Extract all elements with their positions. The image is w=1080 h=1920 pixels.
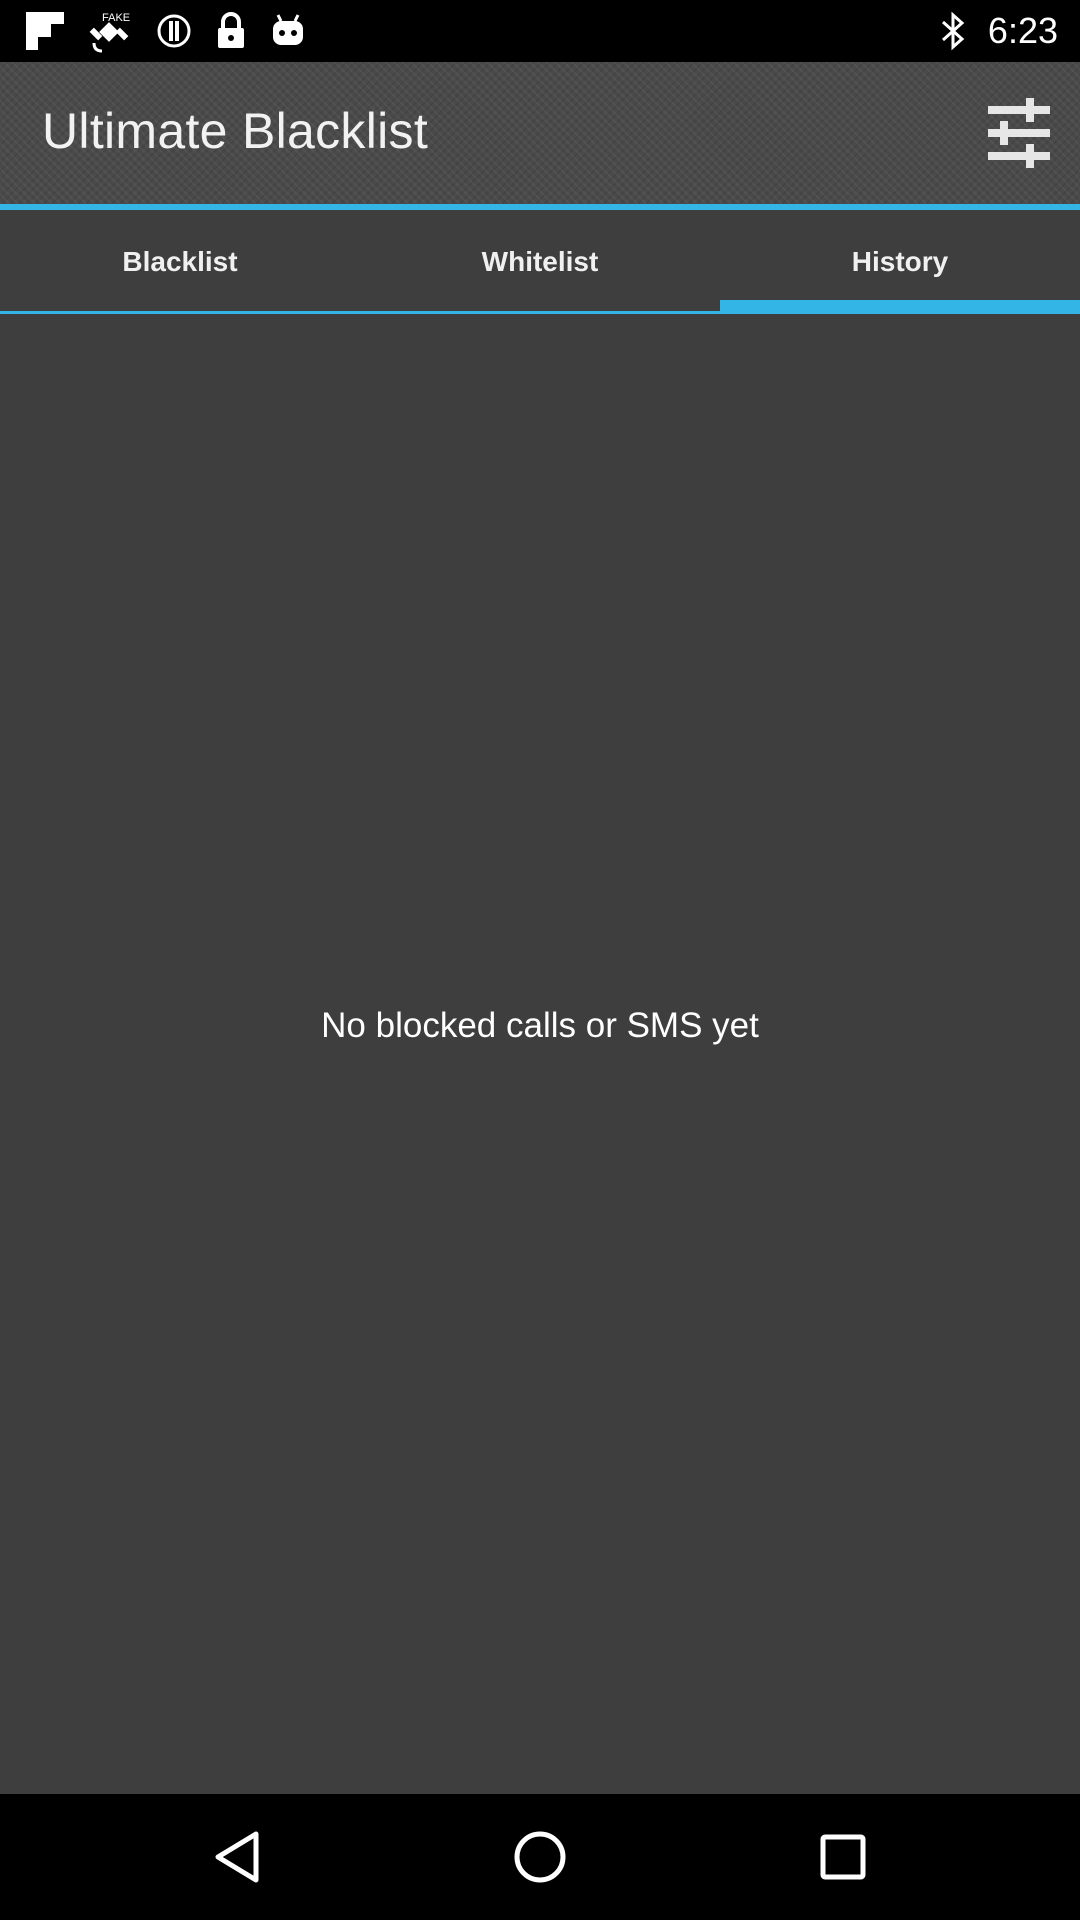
tab-whitelist[interactable]: Whitelist — [360, 210, 720, 314]
sync-circle-icon — [156, 13, 192, 49]
navigation-bar — [0, 1794, 1080, 1920]
status-bar: FAKE 6:23 — [0, 0, 1080, 62]
tab-bar: Blacklist Whitelist History — [0, 210, 1080, 314]
fake-gps-icon: FAKE — [88, 9, 132, 53]
tab-active-indicator — [720, 300, 1080, 314]
flipboard-icon — [26, 12, 64, 50]
recents-button[interactable] — [808, 1824, 878, 1894]
sliders-icon — [984, 98, 1054, 172]
status-time: 6:23 — [987, 10, 1058, 51]
app-bar: Ultimate Blacklist — [0, 62, 1080, 204]
home-icon — [513, 1830, 567, 1889]
status-left-icons: FAKE — [26, 9, 306, 53]
app-title: Ultimate Blacklist — [42, 103, 429, 159]
screen: FAKE 6:23 Ultimate Blacklist Blacklist W… — [0, 0, 1080, 1920]
tab-blacklist[interactable]: Blacklist — [0, 210, 360, 314]
tab-label: Whitelist — [481, 246, 599, 277]
svg-text:FAKE: FAKE — [102, 12, 130, 24]
history-content: No blocked calls or SMS yet — [0, 314, 1080, 1794]
bluetooth-icon — [940, 11, 966, 51]
lock-icon — [216, 12, 246, 50]
recents-icon — [820, 1834, 866, 1885]
tab-history[interactable]: History — [720, 210, 1080, 314]
empty-state-message: No blocked calls or SMS yet — [321, 1006, 759, 1045]
android-icon — [270, 13, 306, 49]
status-right-icons: 6:23 — [940, 8, 1058, 54]
tab-label: Blacklist — [122, 246, 238, 277]
back-button[interactable] — [202, 1824, 272, 1894]
home-button[interactable] — [505, 1824, 575, 1894]
settings-button[interactable] — [984, 98, 1054, 168]
tab-label: History — [851, 246, 949, 277]
back-icon — [212, 1829, 262, 1890]
